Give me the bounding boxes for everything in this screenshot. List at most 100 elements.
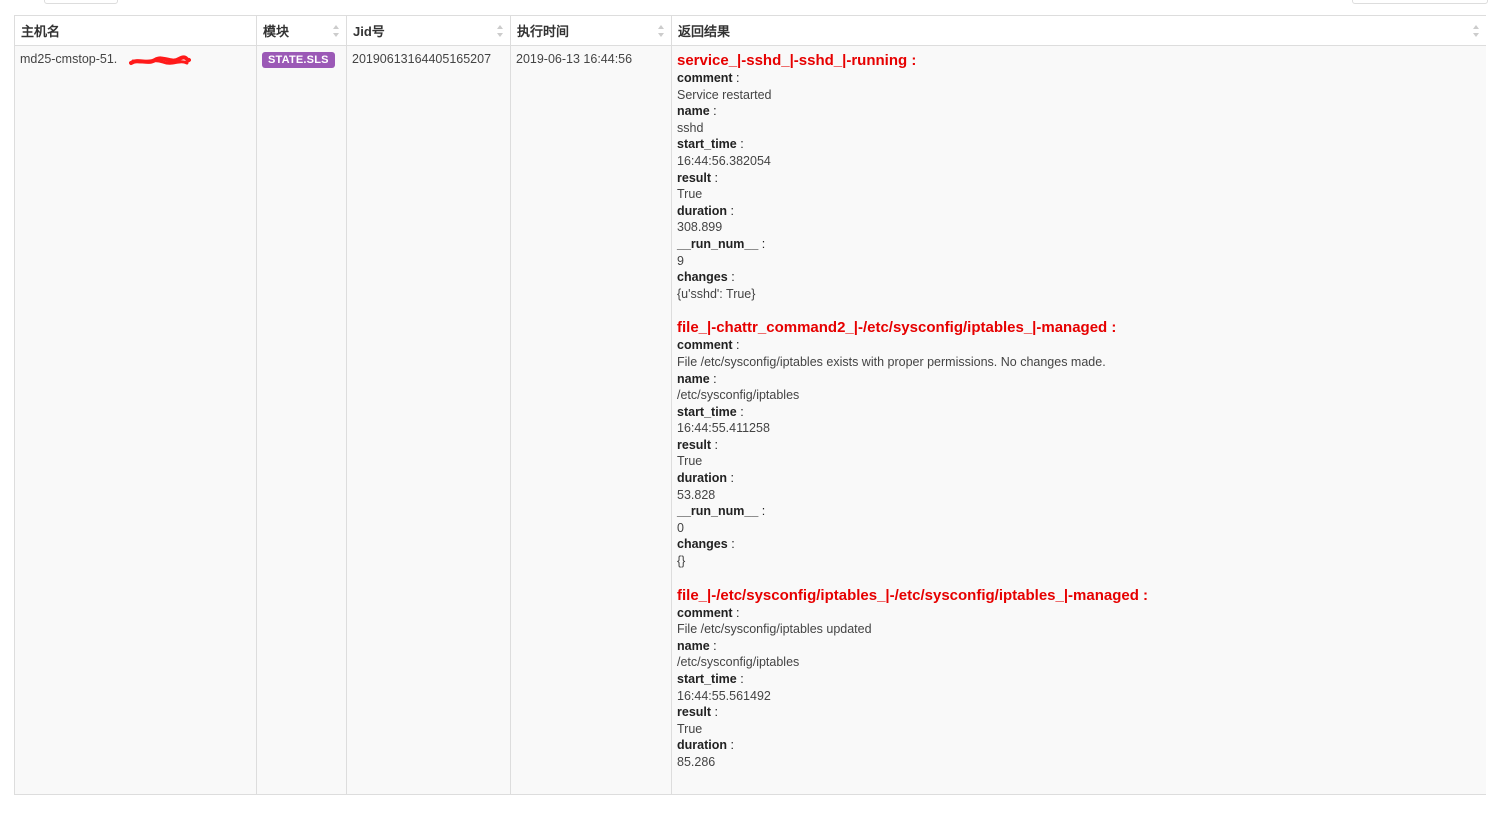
table-header-row: 主机名 模块 Jid号 执行时间 返回结果 — [14, 15, 1486, 46]
field-separator: : — [711, 437, 718, 452]
result-cell: service_|-sshd_|-sshd_|-running : comment… — [671, 45, 1486, 795]
state-title: file_|-/etc/sysconfig/iptables_|-/etc/sy… — [677, 586, 1149, 604]
table-row: md25-cmstop-51. STATE.SLS 20190613164405… — [14, 45, 1486, 795]
field-key: name — [677, 104, 710, 119]
exec-time-value: 2019-06-13 16:44:56 — [516, 52, 633, 66]
field-key: name — [677, 638, 710, 653]
field-key: duration — [677, 471, 727, 486]
field-key: result — [677, 437, 712, 452]
module-cell: STATE.SLS — [256, 45, 347, 795]
field-key-line: result : — [677, 437, 1481, 454]
state-result-block: service_|-sshd_|-sshd_|-running : comment… — [677, 52, 1481, 302]
field-value: 308.899 — [677, 220, 723, 235]
field-key: changes — [677, 537, 728, 552]
state-title: file_|-chattr_command2_|-/etc/sysconfig/… — [677, 319, 1117, 337]
field-value: /etc/sysconfig/iptables — [677, 655, 800, 670]
sort-both-icon[interactable] — [657, 24, 665, 38]
state-result-block: file_|-chattr_command2_|-/etc/sysconfig/… — [677, 319, 1481, 569]
field-key-line: comment : — [677, 70, 1481, 87]
field-value: 9 — [677, 253, 684, 268]
field-value: {u'sshd': True} — [677, 286, 756, 301]
exec-time-cell: 2019-06-13 16:44:56 — [510, 45, 672, 795]
field-value: {} — [677, 554, 686, 569]
field-separator: : — [727, 203, 734, 218]
field-value: True — [677, 721, 703, 736]
column-header-host[interactable]: 主机名 — [14, 15, 257, 46]
field-key-line: duration : — [677, 470, 1481, 487]
field-key: comment — [677, 605, 733, 620]
column-header-label: 返回结果 — [678, 24, 731, 39]
search-input[interactable] — [1352, 0, 1488, 4]
field-value: 53.828 — [677, 487, 716, 502]
field-key-line: start_time : — [677, 671, 1481, 688]
column-header-module[interactable]: 模块 — [256, 15, 347, 46]
field-key: comment — [677, 71, 733, 85]
field-separator: : — [709, 371, 717, 386]
sort-both-icon[interactable] — [496, 24, 504, 38]
column-header-label: 主机名 — [21, 24, 61, 39]
field-key-line: changes : — [677, 536, 1481, 553]
field-separator: : — [709, 104, 717, 119]
column-header-label: Jid号 — [353, 24, 385, 39]
module-badge: STATE.SLS — [262, 52, 335, 68]
state-title: service_|-sshd_|-sshd_|-running : — [677, 52, 917, 69]
field-key-line: comment : — [677, 337, 1481, 354]
field-separator: : — [711, 705, 718, 720]
field-key-line: start_time : — [677, 404, 1481, 421]
field-key-line: name : — [677, 638, 1481, 655]
field-key: duration — [677, 203, 727, 218]
field-separator: : — [736, 137, 744, 152]
field-key: result — [677, 705, 712, 720]
field-key: name — [677, 371, 710, 386]
field-value: 85.286 — [677, 754, 716, 769]
field-separator: : — [727, 537, 735, 552]
field-value: File /etc/sysconfig/iptables updated — [677, 622, 872, 637]
field-value: /etc/sysconfig/iptables — [677, 388, 800, 403]
field-key: duration — [677, 738, 727, 753]
field-separator: : — [758, 504, 766, 519]
redaction-scribble — [129, 55, 191, 65]
results-list: service_|-sshd_|-sshd_|-running : comment… — [677, 52, 1481, 771]
column-header-label: 执行时间 — [517, 24, 570, 39]
column-header-jid[interactable]: Jid号 — [346, 15, 511, 46]
field-key-line: result : — [677, 704, 1481, 721]
field-key-line: duration : — [677, 737, 1481, 754]
field-key: __run_num__ — [677, 236, 759, 251]
field-value: Service restarted — [677, 87, 772, 102]
state-result-block: file_|-/etc/sysconfig/iptables_|-/etc/sy… — [677, 587, 1481, 771]
sort-both-icon[interactable] — [332, 24, 340, 38]
field-key-line: changes : — [677, 269, 1481, 286]
field-separator: : — [727, 471, 734, 486]
host-name: md25-cmstop-51. — [20, 52, 118, 66]
host-cell: md25-cmstop-51. — [14, 45, 257, 795]
field-separator: : — [732, 338, 740, 353]
field-separator: : — [727, 270, 735, 285]
jid-cell: 20190613164405165207 — [346, 45, 511, 795]
field-separator: : — [736, 672, 744, 686]
field-value: 16:44:56.382054 — [677, 153, 771, 168]
field-separator: : — [711, 170, 718, 185]
results-table-container: 主机名 模块 Jid号 执行时间 返回结果 md25-cmstop-51. ST… — [14, 15, 1486, 815]
field-key: start_time — [677, 672, 737, 686]
field-key: comment — [677, 338, 733, 353]
field-key-line: __run_num__ : — [677, 503, 1481, 520]
field-value: 0 — [677, 520, 684, 535]
page-size-select[interactable] — [44, 0, 118, 4]
field-key-line: name : — [677, 371, 1481, 388]
field-key-line: __run_num__ : — [677, 236, 1481, 253]
field-key-line: comment : — [677, 605, 1481, 622]
field-value: 16:44:55.561492 — [677, 688, 771, 703]
field-separator: : — [732, 71, 740, 85]
sort-both-icon[interactable] — [1472, 24, 1480, 38]
column-header-label: 模块 — [263, 24, 290, 39]
field-separator: : — [736, 404, 744, 419]
column-header-exec-time[interactable]: 执行时间 — [510, 15, 672, 46]
field-key: start_time — [677, 137, 737, 152]
field-separator: : — [709, 638, 717, 653]
field-value: True — [677, 187, 703, 202]
field-value: File /etc/sysconfig/iptables exists with… — [677, 354, 1106, 369]
field-separator: : — [758, 236, 766, 251]
field-separator: : — [727, 738, 734, 753]
column-header-result[interactable]: 返回结果 — [671, 15, 1486, 46]
field-key-line: duration : — [677, 203, 1481, 220]
